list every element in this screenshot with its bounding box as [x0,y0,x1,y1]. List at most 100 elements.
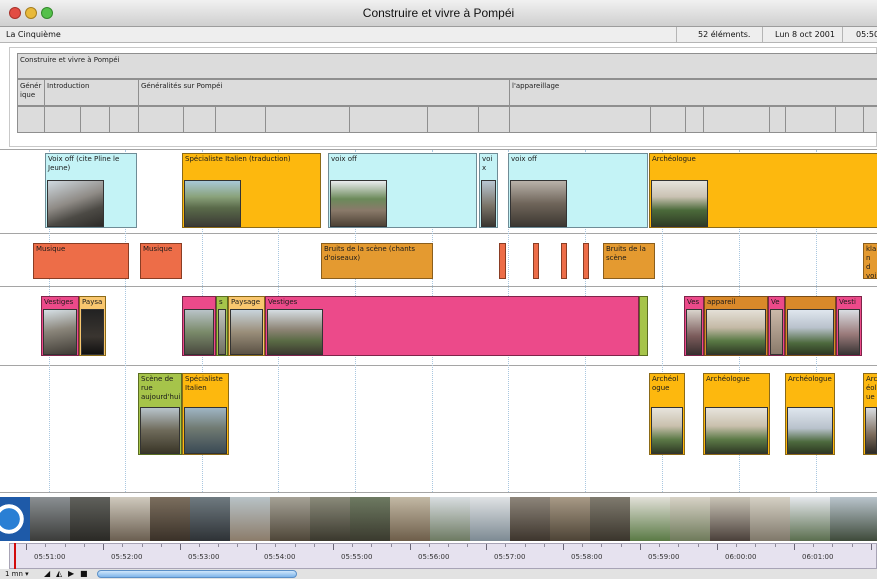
divider [762,27,763,43]
person-clip[interactable]: Archéologue [703,373,770,455]
outline-subsection[interactable] [349,106,427,133]
playhead[interactable] [14,543,16,569]
sound-clip[interactable]: kla n d voi [863,243,877,279]
ruler-minor-tick [275,544,276,547]
ruler-minor-tick [755,544,756,547]
clip-label: Spécialiste Italien [185,375,223,392]
clip-label: Scène de rue aujourd'hui [141,375,181,401]
sound-clip[interactable]: Bruits de la scène [603,243,655,279]
outline-subsection[interactable] [265,106,349,133]
outline-subsection[interactable] [215,106,265,133]
outline-subsection[interactable] [685,106,703,133]
image-clip[interactable]: Ves [684,296,704,356]
clip-thumbnail [330,180,387,227]
outline-subsection[interactable] [769,106,785,133]
voice-clip[interactable]: voi x [479,153,498,228]
voice-clip[interactable]: voix off [328,153,477,228]
zoom-select[interactable]: 1 mn ▾ [5,570,29,578]
ruler-tick [794,544,795,550]
clip-label: Vesti [839,298,856,306]
image-clip[interactable]: Ve [768,296,785,356]
divider [842,27,843,43]
person-clip[interactable]: Scène de rue aujourd'hui [138,373,182,455]
sound-clip[interactable] [583,243,589,279]
image-clip[interactable]: Vesti [836,296,862,356]
clip-label: Voix off (cite Pline le Jeune) [48,155,120,172]
trim-icon[interactable]: ◭ [56,569,62,578]
person-clip[interactable]: Archéol ogue [649,373,685,455]
sound-clip[interactable]: Musique [140,243,182,279]
outline-subsection[interactable] [478,106,509,133]
zoom-icon[interactable]: ◢ [44,569,50,578]
outline-section-introduction[interactable]: Introduction [44,79,138,106]
sound-clip[interactable] [533,243,539,279]
outline-subsection[interactable] [835,106,863,133]
outline-root[interactable]: Construire et vivre à Pompéi [17,53,877,79]
sound-clip[interactable]: Bruits de la scène (chants d'oiseaux) [321,243,433,279]
clip-label: Archéologue [706,375,750,383]
outline-subsection[interactable] [509,106,650,133]
image-clip[interactable]: Vestiges [41,296,79,356]
sound-clip[interactable]: Musique [33,243,129,279]
filmstrip[interactable] [0,497,877,541]
outline-subsection[interactable] [785,106,835,133]
clip-thumbnail [787,407,833,454]
outline-subsection[interactable] [650,106,685,133]
ruler-tick [410,544,411,550]
play-icon[interactable]: ▶ [68,569,74,578]
image-clip[interactable]: Vestiges [265,296,639,356]
filmstrip-frame [350,497,390,541]
outline-subsection[interactable] [80,106,109,133]
clip-label: Archéol ogue [652,375,679,392]
outline-section-appareillage[interactable]: l'appareillage [509,79,877,106]
channel-label: La Cinquième [6,30,61,39]
image-clip[interactable]: appareil [704,296,768,356]
outline-subsection[interactable] [183,106,215,133]
voice-clip[interactable]: Voix off (cite Pline le Jeune) [45,153,137,228]
horizontal-scrollbar[interactable] [97,570,297,578]
voice-clip[interactable]: Archéologue [649,153,877,228]
voice-clip[interactable]: Spécialiste Italien (traduction) [182,153,321,228]
outline-section-generique[interactable]: Génér ique [17,79,44,106]
person-clip[interactable]: Arc éol ue [863,373,877,455]
sound-clip[interactable] [561,243,567,279]
stop-icon[interactable]: ■ [80,569,88,578]
voice-clip[interactable]: voix off [508,153,648,228]
ruler-time-label: 05:58:00 [571,553,603,561]
image-clip[interactable] [785,296,836,356]
outline-subsection[interactable] [138,106,183,133]
outline-subsection[interactable] [17,106,44,133]
ruler-minor-tick [659,544,660,547]
outline-subsection[interactable] [863,106,877,133]
filmstrip-frame [230,497,270,541]
person-clip[interactable]: Archéologue [785,373,835,455]
outline-panel: Construire et vivre à Pompéi Génér ique … [9,47,877,147]
clip-label: Ve [771,298,780,306]
image-clip[interactable] [639,296,648,356]
clip-thumbnail [184,309,214,355]
track-divider [0,365,877,366]
outline-subsection[interactable] [44,106,80,133]
ruler-minor-tick [505,544,506,547]
outline-subsection[interactable] [427,106,478,133]
ruler-minor-tick [813,544,814,547]
ruler-time-label: 05:56:00 [418,553,450,561]
image-clip[interactable]: Paysage [228,296,265,356]
ruler-minor-tick [448,544,449,547]
image-clip[interactable] [182,296,216,356]
ruler-minor-tick [295,544,296,547]
clip-label: Paysa [82,298,103,306]
clip-thumbnail [218,309,226,355]
sound-clip[interactable] [499,243,506,279]
ruler-tick [103,544,104,550]
ruler-minor-tick [371,544,372,547]
outline-subsection[interactable] [703,106,769,133]
outline-subsection[interactable] [109,106,138,133]
image-clip[interactable]: s [216,296,228,356]
outline-section-generalites[interactable]: Généralités sur Pompéi [138,79,509,106]
image-clip[interactable]: Paysa [79,296,106,356]
person-clip[interactable]: Spécialiste Italien [182,373,229,455]
time-ruler[interactable]: 05:51:00 05:52:00 05:53:00 05:54:00 05:5… [9,543,877,569]
ruler-minor-tick [391,544,392,547]
clip-label: Ves [687,298,700,306]
